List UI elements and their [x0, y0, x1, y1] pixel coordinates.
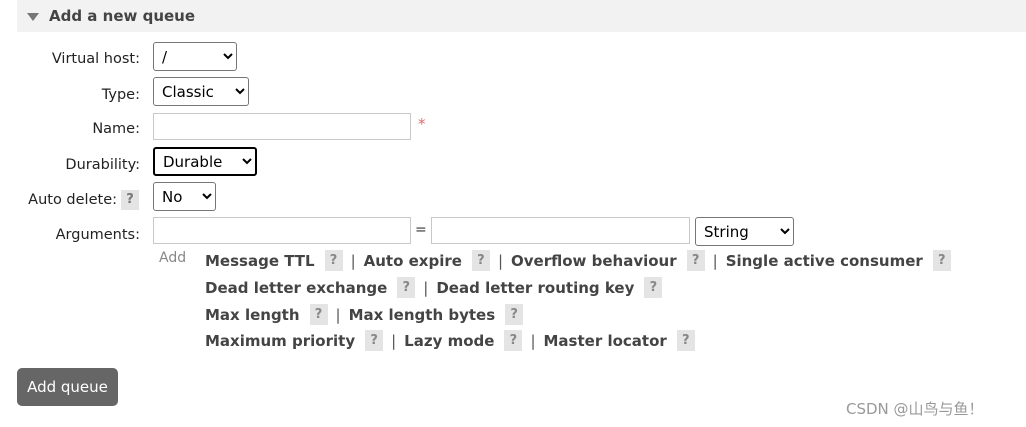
- add-queue-button[interactable]: Add queue: [17, 368, 118, 406]
- message-ttl-help-icon[interactable]: ?: [324, 250, 343, 271]
- virtual-host-select[interactable]: /: [153, 42, 237, 71]
- separator: |: [335, 305, 341, 324]
- separator: |: [423, 278, 429, 297]
- shortcut-dead-letter-exchange[interactable]: Dead letter exchange: [205, 278, 387, 298]
- type-label: Type:: [101, 87, 140, 103]
- shortcut-single-active-consumer[interactable]: Single active consumer: [726, 251, 923, 271]
- shortcut-dead-letter-routing-key[interactable]: Dead letter routing key: [436, 278, 634, 298]
- separator: |: [350, 251, 356, 270]
- shortcut-line-2: Dead letter exchange ? | Dead letter rou…: [205, 277, 663, 298]
- durability-select[interactable]: Durable: [153, 147, 257, 176]
- arguments-label: Arguments:: [55, 227, 140, 243]
- shortcut-max-length-bytes[interactable]: Max length bytes: [349, 305, 496, 325]
- required-mark: *: [418, 115, 426, 133]
- collapse-triangle-icon[interactable]: [27, 13, 39, 21]
- separator: |: [712, 251, 718, 270]
- type-select[interactable]: Classic: [153, 77, 249, 106]
- overflow-behaviour-help-icon[interactable]: ?: [686, 250, 705, 271]
- auto-expire-help-icon[interactable]: ?: [471, 250, 490, 271]
- name-label: Name:: [92, 121, 140, 137]
- argument-type-select[interactable]: String: [695, 217, 794, 246]
- dead-letter-exchange-help-icon[interactable]: ?: [397, 277, 416, 298]
- durability-label: Durability:: [65, 157, 140, 173]
- max-length-bytes-help-icon[interactable]: ?: [505, 304, 524, 325]
- auto-delete-select[interactable]: No: [153, 182, 216, 211]
- shortcut-overflow-behaviour[interactable]: Overflow behaviour: [511, 251, 677, 271]
- argument-key-input[interactable]: [153, 217, 411, 244]
- auto-delete-label: Auto delete:: [28, 192, 117, 208]
- section-header[interactable]: Add a new queue: [17, 0, 1026, 32]
- name-input[interactable]: [153, 113, 411, 140]
- argument-value-input[interactable]: [431, 217, 690, 244]
- shortcut-line-1: Message TTL ? | Auto expire ? | Overflow…: [205, 250, 951, 271]
- separator: |: [497, 251, 503, 270]
- shortcut-line-4: Maximum priority ? | Lazy mode ? | Maste…: [205, 330, 695, 351]
- shortcut-auto-expire[interactable]: Auto expire: [364, 251, 462, 271]
- separator: |: [530, 331, 536, 350]
- add-argument-label: Add: [159, 250, 187, 266]
- lazy-mode-help-icon[interactable]: ?: [504, 330, 523, 351]
- shortcut-lazy-mode[interactable]: Lazy mode: [404, 331, 494, 351]
- dead-letter-routing-key-help-icon[interactable]: ?: [644, 277, 663, 298]
- section-title: Add a new queue: [49, 7, 196, 25]
- shortcut-max-length[interactable]: Max length: [205, 305, 300, 325]
- shortcut-master-locator[interactable]: Master locator: [544, 331, 667, 351]
- auto-delete-help-icon[interactable]: ?: [121, 190, 139, 210]
- shortcut-message-ttl[interactable]: Message TTL: [205, 251, 315, 271]
- equals-sign: =: [415, 222, 427, 238]
- shortcut-line-3: Max length ? | Max length bytes ?: [205, 304, 524, 325]
- single-active-consumer-help-icon[interactable]: ?: [932, 250, 951, 271]
- watermark: CSDN @山鸟与鱼！: [846, 400, 984, 418]
- maximum-priority-help-icon[interactable]: ?: [365, 330, 384, 351]
- master-locator-help-icon[interactable]: ?: [676, 330, 695, 351]
- separator: |: [391, 331, 397, 350]
- max-length-help-icon[interactable]: ?: [309, 304, 328, 325]
- virtual-host-label: Virtual host:: [51, 51, 140, 67]
- shortcut-maximum-priority[interactable]: Maximum priority: [205, 331, 355, 351]
